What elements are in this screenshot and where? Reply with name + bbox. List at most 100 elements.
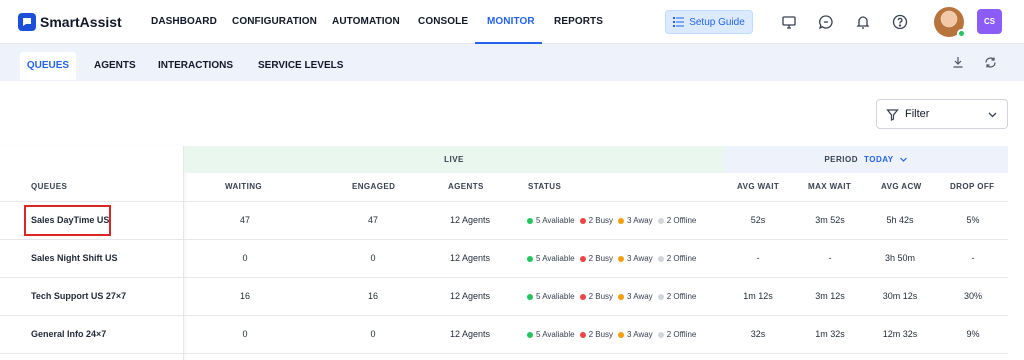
live-group-header: LIVE <box>184 146 724 173</box>
agent-status-summary: 5 Avaliable 2 Busy 3 Away 2 Offline <box>527 278 701 315</box>
available-count: 5 Avaliable <box>536 216 575 225</box>
offline-dot <box>657 255 664 262</box>
offline-count: 2 Offline <box>666 216 697 225</box>
queue-name[interactable]: Tech Support US 27×7 <box>31 278 126 315</box>
column-header-status: STATUS <box>528 182 562 191</box>
download-icon[interactable] <box>950 54 966 70</box>
avg-acw-value: 30m 12s <box>882 291 918 301</box>
offline-dot <box>657 217 664 224</box>
offline-count: 2 Offline <box>666 330 697 339</box>
away-dot <box>618 217 625 224</box>
drop-off-value: - <box>971 253 975 263</box>
period-label: PERIOD <box>824 155 859 164</box>
busy-dot <box>579 217 586 224</box>
column-header-max-wait: MAX WAIT <box>808 182 852 191</box>
engaged-count: 16 <box>367 291 378 301</box>
column-header-queues: QUEUES <box>31 182 68 191</box>
period-selector[interactable]: TODAY <box>864 155 908 164</box>
table-row[interactable]: General Info 24×7 0 0 12 Agents 5 Avalia… <box>0 316 1008 354</box>
away-dot <box>618 255 625 262</box>
nav-item-monitor[interactable]: MONITOR <box>487 0 535 44</box>
column-header-avg-acw: AVG ACW <box>881 182 922 191</box>
max-wait-value: 3m 52s <box>815 215 845 225</box>
bell-icon[interactable] <box>853 12 873 32</box>
away-count: 3 Away <box>627 330 653 339</box>
column-header-agents: AGENTS <box>448 182 484 191</box>
column-header-avg-wait: AVG WAIT <box>737 182 780 191</box>
table-row[interactable]: Tech Support US 27×7 16 16 12 Agents 5 A… <box>0 278 1008 316</box>
table-row[interactable]: Sales DayTime US 47 47 12 Agents 5 Avali… <box>0 202 1008 240</box>
top-navigation-bar: SmartAssist DASHBOARD CONFIGURATION AUTO… <box>0 0 1024 44</box>
nav-item-console[interactable]: CONSOLE <box>418 0 468 44</box>
engaged-count: 0 <box>370 253 376 263</box>
tab-interactions[interactable]: INTERACTIONS <box>158 52 233 80</box>
queue-name[interactable]: Sales Night Shift US <box>31 240 118 277</box>
tab-service-levels[interactable]: SERVICE LEVELS <box>258 52 343 80</box>
busy-dot <box>579 331 586 338</box>
available-dot <box>527 331 533 338</box>
available-count: 5 Avaliable <box>536 254 575 263</box>
waiting-count: 0 <box>242 253 248 263</box>
avg-acw-value: 5h 42s <box>886 215 914 225</box>
agents-count: 12 Agents <box>449 253 491 263</box>
chevron-down-icon <box>987 109 998 120</box>
nav-item-automation[interactable]: AUTOMATION <box>332 0 400 44</box>
waiting-count: 16 <box>239 291 250 301</box>
busy-count: 2 Busy <box>588 330 614 339</box>
app-logo[interactable]: SmartAssist <box>18 12 122 32</box>
column-header-drop-off: DROP OFF <box>950 182 995 191</box>
tab-agents[interactable]: AGENTS <box>94 52 136 80</box>
available-dot <box>527 217 533 224</box>
account-badge[interactable]: CS <box>977 9 1002 34</box>
waiting-count: 47 <box>239 215 250 225</box>
avg-wait-value: 52s <box>750 215 766 225</box>
smartassist-logo-icon <box>18 13 36 31</box>
agent-status-summary: 5 Avaliable 2 Busy 3 Away 2 Offline <box>527 316 701 353</box>
nav-item-configuration[interactable]: CONFIGURATION <box>232 0 317 44</box>
agent-status-summary: 5 Avaliable 2 Busy 3 Away 2 Offline <box>527 202 701 239</box>
column-header-waiting: WAITING <box>225 182 263 191</box>
max-wait-value: 3m 12s <box>815 291 845 301</box>
chat-icon[interactable] <box>816 12 836 32</box>
period-group-header: PERIOD TODAY <box>724 146 1008 173</box>
available-count: 5 Avaliable <box>536 292 575 301</box>
filter-icon <box>886 108 899 121</box>
available-dot <box>527 255 533 262</box>
agents-count: 12 Agents <box>449 215 491 225</box>
away-dot <box>618 293 625 300</box>
refresh-icon[interactable] <box>982 54 998 70</box>
table-row[interactable]: Sales Night Shift US 0 0 12 Agents 5 Ava… <box>0 240 1008 278</box>
drop-off-value: 9% <box>966 329 980 339</box>
engaged-count: 0 <box>370 329 376 339</box>
column-header-engaged: ENGAGED <box>352 182 396 191</box>
engaged-count: 47 <box>367 215 378 225</box>
setup-guide-button[interactable]: Setup Guide <box>665 10 753 34</box>
away-count: 3 Away <box>627 292 653 301</box>
busy-count: 2 Busy <box>588 216 614 225</box>
waiting-count: 0 <box>242 329 248 339</box>
online-status-indicator <box>957 29 966 38</box>
busy-dot <box>579 255 586 262</box>
drop-off-value: 30% <box>963 291 982 301</box>
monitor-subtabs: QUEUES AGENTS INTERACTIONS SERVICE LEVEL… <box>0 44 1024 81</box>
nav-item-dashboard[interactable]: DASHBOARD <box>151 0 217 44</box>
nav-item-reports[interactable]: REPORTS <box>554 0 603 44</box>
avg-wait-value: 32s <box>750 329 766 339</box>
available-dot <box>527 293 533 300</box>
avg-wait-value: - <box>756 253 760 263</box>
chevron-down-icon <box>899 157 907 162</box>
agents-count: 12 Agents <box>449 329 491 339</box>
help-icon[interactable] <box>890 12 910 32</box>
busy-count: 2 Busy <box>588 254 614 263</box>
highlight-box <box>24 205 111 236</box>
max-wait-value: - <box>828 253 832 263</box>
queue-name[interactable]: General Info 24×7 <box>31 316 106 353</box>
away-dot <box>618 331 625 338</box>
tab-queues[interactable]: QUEUES <box>20 52 76 80</box>
app-name: SmartAssist <box>40 14 122 30</box>
avg-wait-value: 1m 12s <box>743 291 773 301</box>
monitor-icon[interactable] <box>779 12 799 32</box>
list-icon <box>673 17 685 27</box>
filter-dropdown[interactable]: Filter <box>876 99 1008 129</box>
offline-count: 2 Offline <box>666 254 697 263</box>
